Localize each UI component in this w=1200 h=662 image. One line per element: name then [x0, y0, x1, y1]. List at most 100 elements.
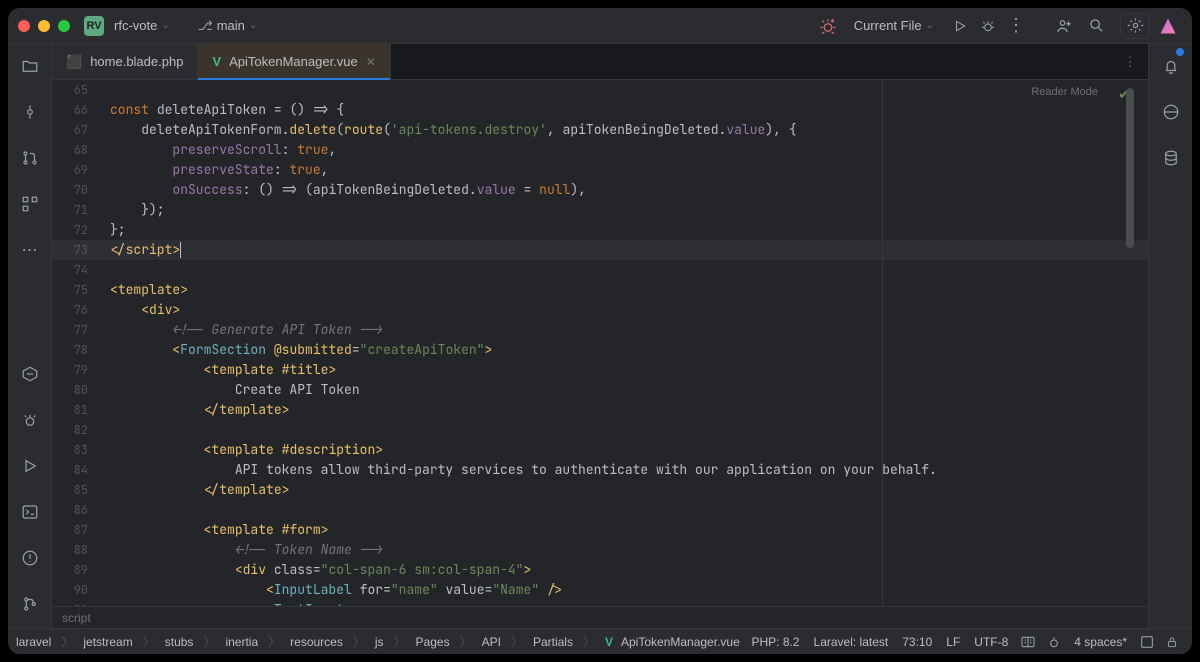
code-line[interactable]: 84 API tokens allow third-party services…	[52, 460, 1148, 480]
tabs-menu-icon[interactable]: ⋮	[1112, 44, 1148, 79]
close-window-button[interactable]	[18, 20, 30, 32]
pest-icon[interactable]	[1046, 634, 1062, 650]
problems-tool-icon[interactable]	[16, 544, 44, 572]
ai-assistant-icon[interactable]	[1157, 98, 1185, 126]
code-content: </template>	[102, 400, 1148, 420]
code-line[interactable]: 86	[52, 500, 1148, 520]
line-number: 85	[52, 480, 102, 500]
database-tool-icon[interactable]	[1157, 144, 1185, 172]
debug-tool-icon[interactable]	[16, 406, 44, 434]
more-icon[interactable]: ⋮	[1002, 12, 1030, 40]
breadcrumb-item[interactable]: stubs	[165, 635, 194, 649]
code-line[interactable]: 79 <template #title>	[52, 360, 1148, 380]
code-line[interactable]: 81 </template>	[52, 400, 1148, 420]
code-content: <TextInput	[102, 600, 1148, 606]
tab-api-token-manager[interactable]: V ApiTokenManager.vue ✕	[198, 44, 390, 79]
search-icon[interactable]	[1082, 12, 1110, 40]
code-with-me-icon[interactable]	[1050, 12, 1078, 40]
breadcrumb-item[interactable]: API	[482, 635, 501, 649]
services-tool-icon[interactable]	[16, 360, 44, 388]
code-line[interactable]: 68 preserveScroll: true,	[52, 140, 1148, 160]
code-line[interactable]: 82	[52, 420, 1148, 440]
close-icon[interactable]: ✕	[366, 55, 376, 69]
code-line[interactable]: 72};	[52, 220, 1148, 240]
debug-bug-icon[interactable]	[814, 12, 842, 40]
git-branch-selector[interactable]: ⎇ main ⌄	[194, 16, 262, 36]
run-tool-icon[interactable]	[16, 452, 44, 480]
breadcrumb-item[interactable]: resources	[290, 635, 343, 649]
code-line[interactable]: 69 preserveState: true,	[52, 160, 1148, 180]
left-toolbar: ⋯	[8, 44, 52, 628]
vcs-tool-icon[interactable]	[16, 590, 44, 618]
code-line[interactable]: 85 </template>	[52, 480, 1148, 500]
code-line[interactable]: 87 <template #form>	[52, 520, 1148, 540]
code-line[interactable]: 65	[52, 80, 1148, 100]
code-line[interactable]: 67 deleteApiTokenForm.delete(route('api-…	[52, 120, 1148, 140]
zoom-window-button[interactable]	[58, 20, 70, 32]
main: ⋯ ⬛	[8, 44, 1192, 628]
code-content: };	[102, 220, 1148, 240]
code-line[interactable]: 75<template>	[52, 280, 1148, 300]
code-line[interactable]: 88 <!-- Token Name -->	[52, 540, 1148, 560]
editor[interactable]: Reader Mode ✔ 6566const deleteApiToken =…	[52, 80, 1148, 606]
code-line[interactable]: 66const deleteApiToken = () => {	[52, 100, 1148, 120]
lock-icon[interactable]	[1165, 635, 1179, 649]
status-laravel[interactable]: Laravel: latest	[814, 635, 889, 649]
tab-label: home.blade.php	[90, 54, 183, 69]
breadcrumb-tag-label: script	[62, 611, 91, 625]
code-line[interactable]: 76 <div>	[52, 300, 1148, 320]
line-number: 81	[52, 400, 102, 420]
jetbrains-ai-icon[interactable]	[1154, 12, 1182, 40]
code-line[interactable]: 78 <FormSection @submitted="createApiTok…	[52, 340, 1148, 360]
code-line[interactable]: 73</script>	[52, 240, 1148, 260]
commit-tool-icon[interactable]	[16, 98, 44, 126]
run-config-selector[interactable]: Current File ⌄	[850, 16, 938, 35]
scrollbar[interactable]	[1126, 80, 1136, 606]
status-indent[interactable]: 4 spaces*	[1074, 635, 1127, 649]
status-encoding[interactable]: UTF-8	[974, 635, 1008, 649]
code-line[interactable]: 71 });	[52, 200, 1148, 220]
tab-home-blade[interactable]: ⬛ home.blade.php	[52, 44, 198, 79]
breadcrumb-item[interactable]: laravel	[16, 635, 51, 649]
project-tool-icon[interactable]	[16, 52, 44, 80]
breadcrumb-item[interactable]: jetstream	[83, 635, 132, 649]
code-line[interactable]: 89 <div class="col-span-6 sm:col-span-4"…	[52, 560, 1148, 580]
status-php[interactable]: PHP: 8.2	[752, 635, 800, 649]
line-number: 75	[52, 280, 102, 300]
code-line[interactable]: 90 <InputLabel for="name" value="Name" /…	[52, 580, 1148, 600]
breadcrumb-item[interactable]: ApiTokenManager.vue	[621, 635, 740, 649]
line-number: 70	[52, 180, 102, 200]
notifications-icon[interactable]	[1157, 52, 1185, 80]
pull-requests-icon[interactable]	[16, 144, 44, 172]
breadcrumb-item[interactable]: js	[375, 635, 384, 649]
debug-icon[interactable]	[974, 12, 1002, 40]
breadcrumb-item[interactable]: Pages	[416, 635, 450, 649]
vue-file-icon: V	[605, 635, 613, 649]
breadcrumb-item[interactable]: inertia	[225, 635, 258, 649]
scrollbar-thumb[interactable]	[1126, 88, 1134, 248]
ide-scripting-icon[interactable]	[1139, 634, 1155, 650]
code-line[interactable]: 74	[52, 260, 1148, 280]
reader-mode-icon[interactable]	[1020, 634, 1036, 650]
breadcrumb-item[interactable]: Partials	[533, 635, 573, 649]
code-content: Create API Token	[102, 380, 1148, 400]
minimize-window-button[interactable]	[38, 20, 50, 32]
code-line[interactable]: 70 onSuccess: () => (apiTokenBeingDelete…	[52, 180, 1148, 200]
code-line[interactable]: 80 Create API Token	[52, 380, 1148, 400]
line-number: 86	[52, 500, 102, 520]
code-line[interactable]: 77 <!-- Generate API Token -->	[52, 320, 1148, 340]
breadcrumb-tag[interactable]: script	[52, 606, 1148, 628]
line-number: 67	[52, 120, 102, 140]
navigation-breadcrumbs[interactable]: laravel〉jetstream〉stubs〉inertia〉resource…	[16, 633, 740, 650]
more-tools-icon[interactable]: ⋯	[16, 236, 44, 264]
status-caret[interactable]: 73:10	[902, 635, 932, 649]
run-icon[interactable]	[946, 12, 974, 40]
status-eol[interactable]: LF	[946, 635, 960, 649]
terminal-tool-icon[interactable]	[16, 498, 44, 526]
reader-mode-label[interactable]: Reader Mode	[1031, 86, 1098, 98]
code-line[interactable]: 83 <template #description>	[52, 440, 1148, 460]
project-selector[interactable]: rfc-vote ⌄	[110, 16, 174, 35]
settings-icon[interactable]	[1120, 13, 1150, 39]
structure-tool-icon[interactable]	[16, 190, 44, 218]
code-line[interactable]: 91 <TextInput	[52, 600, 1148, 606]
